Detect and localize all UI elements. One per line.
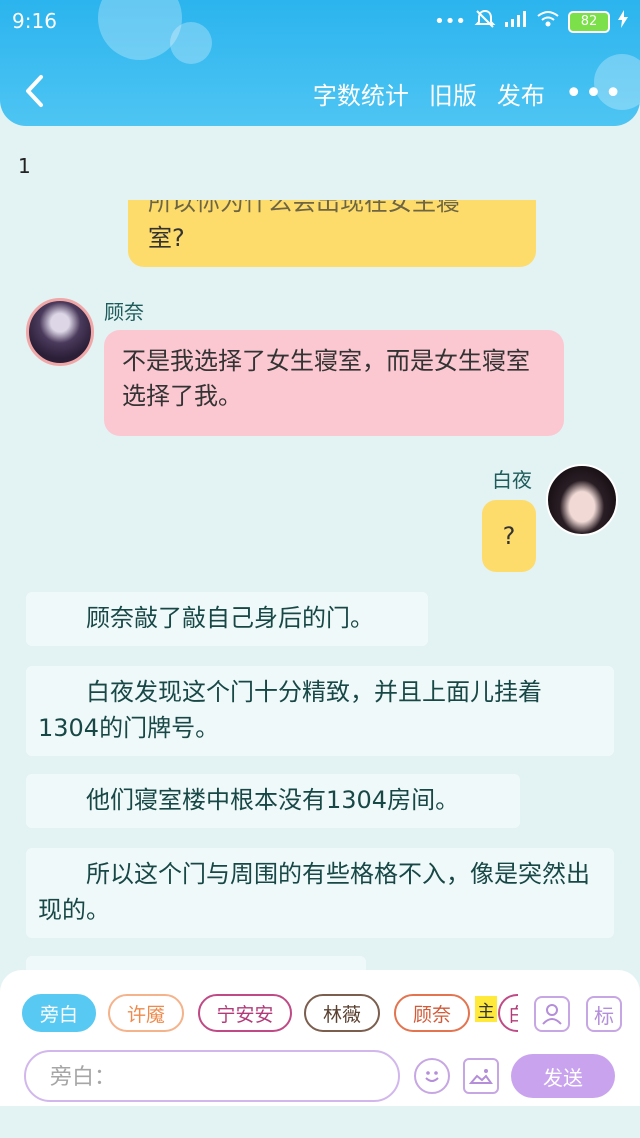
message-text: ? [502,522,516,550]
narration-item[interactable]: 他们寝室楼中根本没有1304房间。 [26,774,520,828]
role-selector: 旁白 许魇 宁安安 林薇 顾奈 白 [22,994,518,1036]
narration-item[interactable]: 所以这个门与周围的有些格格不入，像是突然出现的。 [26,848,614,938]
message-bubble-baiye[interactable]: ? [482,500,536,572]
message-text: 不是我选择了女生寝室，而是女生寝室选择了我。 [122,347,530,410]
mute-icon [474,9,496,34]
message-bubble-gunai[interactable]: 不是我选择了女生寝室，而是女生寝室选择了我。 [104,330,564,436]
emoji-button[interactable] [414,1058,450,1094]
send-button[interactable]: 发送 [511,1054,615,1098]
role-chip-ninganan[interactable]: 宁安安 [198,994,292,1032]
role-chip-linwei[interactable]: 林薇 [304,994,380,1032]
message-input-box[interactable] [24,1050,400,1102]
image-button[interactable] [463,1058,499,1094]
more-button[interactable]: ••• [565,78,624,108]
role-manage-button[interactable] [534,996,570,1032]
avatar-baiye[interactable] [546,464,618,536]
message-text-partial: 所以你为什么会出现在女生寝 [148,200,460,216]
status-icons: ••• 82 [434,9,628,34]
dots-icon: ••• [434,11,466,32]
nav-bar: 字数统计 旧版 发布 ••• [0,56,640,126]
message-text: 室? [148,224,185,252]
person-icon [542,1004,562,1025]
role-chip-gunai[interactable]: 顾奈 [394,994,470,1032]
chevron-left-icon [26,75,43,107]
narration-item[interactable]: 白夜发现这个门十分精致，并且上面儿挂着1304的门牌号。 [26,666,614,756]
sender-name: 白夜 [492,468,532,492]
avatar-gunai[interactable] [26,298,94,366]
signal-icon [504,10,528,33]
role-chip-baiye[interactable]: 白 [498,994,518,1032]
sender-name: 顾奈 [104,300,144,324]
battery-icon: 82 [568,10,610,33]
back-button[interactable] [18,74,52,108]
tag-button[interactable]: 标 [586,996,622,1032]
charging-icon [618,10,628,33]
narration-item[interactable]: 顾奈敲了敲自己身后的门。 [26,592,428,646]
status-bar: 9:16 ••• 82 [0,0,640,42]
main-role-tag: 主 [475,996,497,1022]
narration-item-partial[interactable] [26,956,366,970]
old-version-button[interactable]: 旧版 [429,76,477,111]
wifi-icon [536,10,560,33]
top-header: 9:16 ••• 82 字数统计 旧版 发布 ••• [0,0,640,126]
status-time: 9:16 [12,9,57,33]
role-chip-narrator[interactable]: 旁白 [22,994,96,1032]
bottom-strip [0,1106,640,1138]
message-input[interactable] [48,1060,382,1094]
publish-button[interactable]: 发布 [497,76,545,111]
chat-area[interactable]: 所以你为什么会出现在女生寝 室? 顾奈 不是我选择了女生寝室，而是女生寝室选择了… [0,200,640,970]
smile-icon [425,1071,439,1082]
word-count-button[interactable]: 字数统计 [313,76,409,111]
message-bubble-partial[interactable]: 所以你为什么会出现在女生寝 室? [128,200,536,267]
image-icon [468,1069,493,1084]
role-chip-xumo[interactable]: 许魇 [108,994,184,1032]
nav-actions: 字数统计 旧版 发布 ••• [313,76,624,111]
page-number: 1 [18,154,31,178]
